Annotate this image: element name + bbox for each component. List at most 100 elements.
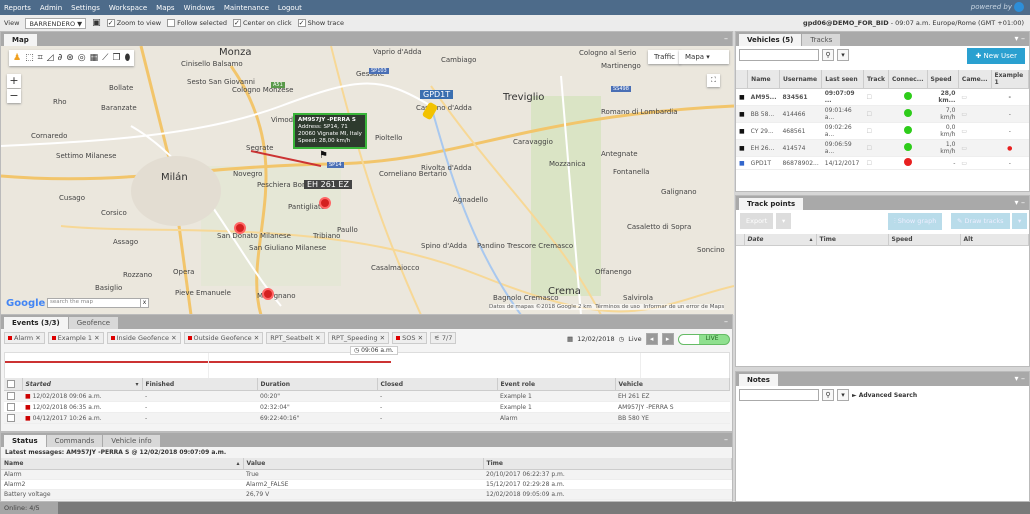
col-camera[interactable]: Came... [958, 70, 992, 89]
col-example-1[interactable]: Example 1 [991, 70, 1030, 89]
alarm-marker-icon[interactable] [234, 222, 246, 234]
track-checkbox[interactable]: ☐ [863, 105, 889, 123]
route-tool-icon[interactable]: ∂ [58, 53, 63, 63]
chip-example-1[interactable]: Example 1 ✕ [47, 332, 104, 344]
tab-geofence[interactable]: Geofence [68, 317, 119, 329]
row-checkbox[interactable] [7, 414, 15, 422]
zoom-in-button[interactable]: + [7, 74, 21, 88]
col-time[interactable]: Time [483, 458, 732, 470]
minimize-icon[interactable]: – [724, 435, 728, 444]
row-checkbox[interactable] [7, 392, 15, 400]
prev-button[interactable]: ◂ [645, 333, 658, 345]
table-row[interactable]: ■ BB 58... 414466 09:01:46 a... ☐ 7,0 km/h ▭ - [736, 105, 1029, 123]
zoom-out-button[interactable]: − [7, 89, 21, 103]
search-icon[interactable]: ⚲ [822, 389, 834, 401]
alarm-marker-icon[interactable] [319, 197, 331, 209]
export-dropdown[interactable]: ▾ [776, 213, 792, 229]
track-checkbox[interactable]: ☐ [863, 122, 889, 140]
terms-link[interactable]: Términos de uso [595, 304, 640, 310]
tab-vehicle-info[interactable]: Vehicle info [103, 435, 160, 447]
table-row[interactable]: Alarm True 20/10/2017 06:22:37 p.m. [1, 469, 732, 480]
chip-alarm[interactable]: Alarm ✕ [4, 332, 45, 344]
tab-vehicles[interactable]: Vehicles (5) [739, 34, 802, 46]
map-search-input[interactable]: search the map [47, 298, 141, 308]
traffic-button[interactable]: Traffic [648, 50, 682, 64]
map-type-select[interactable]: Mapa ▾ [679, 50, 729, 64]
col-connection[interactable]: Connec... [888, 70, 928, 89]
col-alt[interactable]: Alt [960, 234, 1029, 246]
col-username[interactable]: Username [779, 70, 823, 89]
vehicle-flag-icon[interactable]: ⚑ [319, 150, 328, 161]
measure-tool-icon[interactable]: ⟋ [102, 53, 108, 63]
export-button[interactable]: Export [740, 213, 774, 229]
layers-tool-icon[interactable]: ❐ [112, 53, 120, 63]
tab-map[interactable]: Map [4, 34, 37, 46]
show-graph-button[interactable]: ⫶ Show graph [888, 213, 943, 230]
menu-maps[interactable]: Maps [156, 4, 174, 12]
chip-outside-geofence[interactable]: Outside Geofence ✕ [183, 332, 264, 344]
map-canvas[interactable]: Monza Cinisello Balsamo Bollate Sesto Sa… [1, 46, 734, 315]
col-name[interactable]: Name ▴ [1, 458, 244, 470]
track-checkbox[interactable]: ☐ [863, 139, 889, 157]
show-trace-checkbox[interactable]: ✓ Show trace [297, 19, 344, 27]
clear-search-icon[interactable]: x [140, 298, 149, 308]
poi-tool-icon[interactable]: ⊛ [66, 53, 74, 63]
draw-tracks-dropdown[interactable]: ▾ [1012, 213, 1028, 229]
circle-tool-icon[interactable]: ◎ [78, 53, 86, 63]
chip-count[interactable]: ⚟ 7/7 [430, 332, 457, 344]
table-row[interactable]: ■ EH 26... 414574 09:06:59 a... ☐ 1,0 km/h ▭ ● [736, 139, 1029, 157]
col-started[interactable]: Started ▾ [22, 378, 143, 391]
chip-sos[interactable]: SOS ✕ [392, 332, 428, 344]
col-speed[interactable]: Speed [888, 234, 961, 246]
chip-rpt-speeding[interactable]: RPT_Speeding ✕ [327, 332, 390, 344]
save-view-icon[interactable]: ▣ [92, 18, 101, 28]
live-toggle[interactable]: LIVE [677, 333, 730, 345]
panel-menu-icon[interactable]: ▾ – [1014, 34, 1025, 43]
panel-menu-icon[interactable]: ▾ – [1014, 374, 1025, 383]
select-all-checkbox[interactable] [7, 380, 15, 388]
col-track[interactable]: Track [863, 70, 889, 89]
col-closed[interactable]: Closed [377, 378, 498, 391]
table-row[interactable]: ■ 12/02/2018 06:35 a.m. -02:32:04" - Exampl… [4, 401, 730, 413]
col-vehicle[interactable]: Vehicle [615, 378, 730, 391]
marker-tool-icon[interactable]: ⬮ [125, 53, 131, 63]
new-user-button[interactable]: ✚ New User [967, 48, 1025, 64]
search-icon[interactable]: ⚲ [822, 49, 834, 61]
view-select[interactable]: BARRENDERO ▼ [25, 17, 87, 29]
report-error-link[interactable]: Informar de un error de Maps [643, 304, 724, 310]
tab-tracks[interactable]: Tracks [802, 34, 841, 46]
col-event-role[interactable]: Event role [497, 378, 616, 391]
calendar-icon[interactable]: ▦ [567, 335, 573, 343]
chip-inside-geofence[interactable]: Inside Geofence ✕ [106, 332, 181, 344]
minimize-icon[interactable]: – [724, 317, 728, 326]
vehicle-search-input[interactable] [739, 49, 819, 61]
panel-menu-icon[interactable]: ▾ – [1014, 198, 1025, 207]
table-row[interactable]: ■ AM95... 834561 09:07:09 ... ☐ 28,0 km... ▭ - [736, 88, 1029, 106]
menu-admin[interactable]: Admin [40, 4, 62, 12]
grid-tool-icon[interactable]: ▦ [90, 53, 99, 63]
menu-reports[interactable]: Reports [4, 4, 31, 12]
col-time[interactable]: Time [816, 234, 889, 246]
minimize-icon[interactable]: – [724, 34, 728, 43]
col-duration[interactable]: Duration [257, 378, 378, 391]
draw-tracks-button[interactable]: ✎ Draw tracks [951, 213, 1010, 229]
tab-status[interactable]: Status [4, 435, 46, 447]
tab-track-points[interactable]: Track points [739, 198, 804, 210]
menu-maintenance[interactable]: Maintenance [224, 4, 269, 12]
tab-notes[interactable]: Notes [739, 374, 778, 386]
menu-workspace[interactable]: Workspace [109, 4, 147, 12]
col-finished[interactable]: Finished [142, 378, 258, 391]
table-row[interactable]: Battery voltage 26,79 V 12/02/2018 09:05:0… [1, 489, 732, 500]
search-options-dropdown[interactable]: ▾ [837, 389, 849, 401]
timeline-date[interactable]: 12/02/2018 [577, 335, 614, 343]
table-row[interactable]: Alarm2 Alarm2_FALSE 15/12/2017 02:29:28 a.… [1, 479, 732, 490]
select-tool-icon[interactable]: ⬚ [25, 53, 34, 63]
fullscreen-icon[interactable]: ⛶ [707, 74, 720, 87]
table-row[interactable]: ■ 12/02/2018 09:06 a.m. -00:20" - Example 1… [4, 390, 730, 402]
polygon-tool-icon[interactable]: ◿ [47, 53, 54, 63]
menu-logout[interactable]: Logout [278, 4, 302, 12]
rectangle-tool-icon[interactable]: ⌗ [38, 53, 43, 63]
menu-settings[interactable]: Settings [71, 4, 100, 12]
col-speed[interactable]: Speed [927, 70, 959, 89]
notes-search-input[interactable] [739, 389, 819, 401]
